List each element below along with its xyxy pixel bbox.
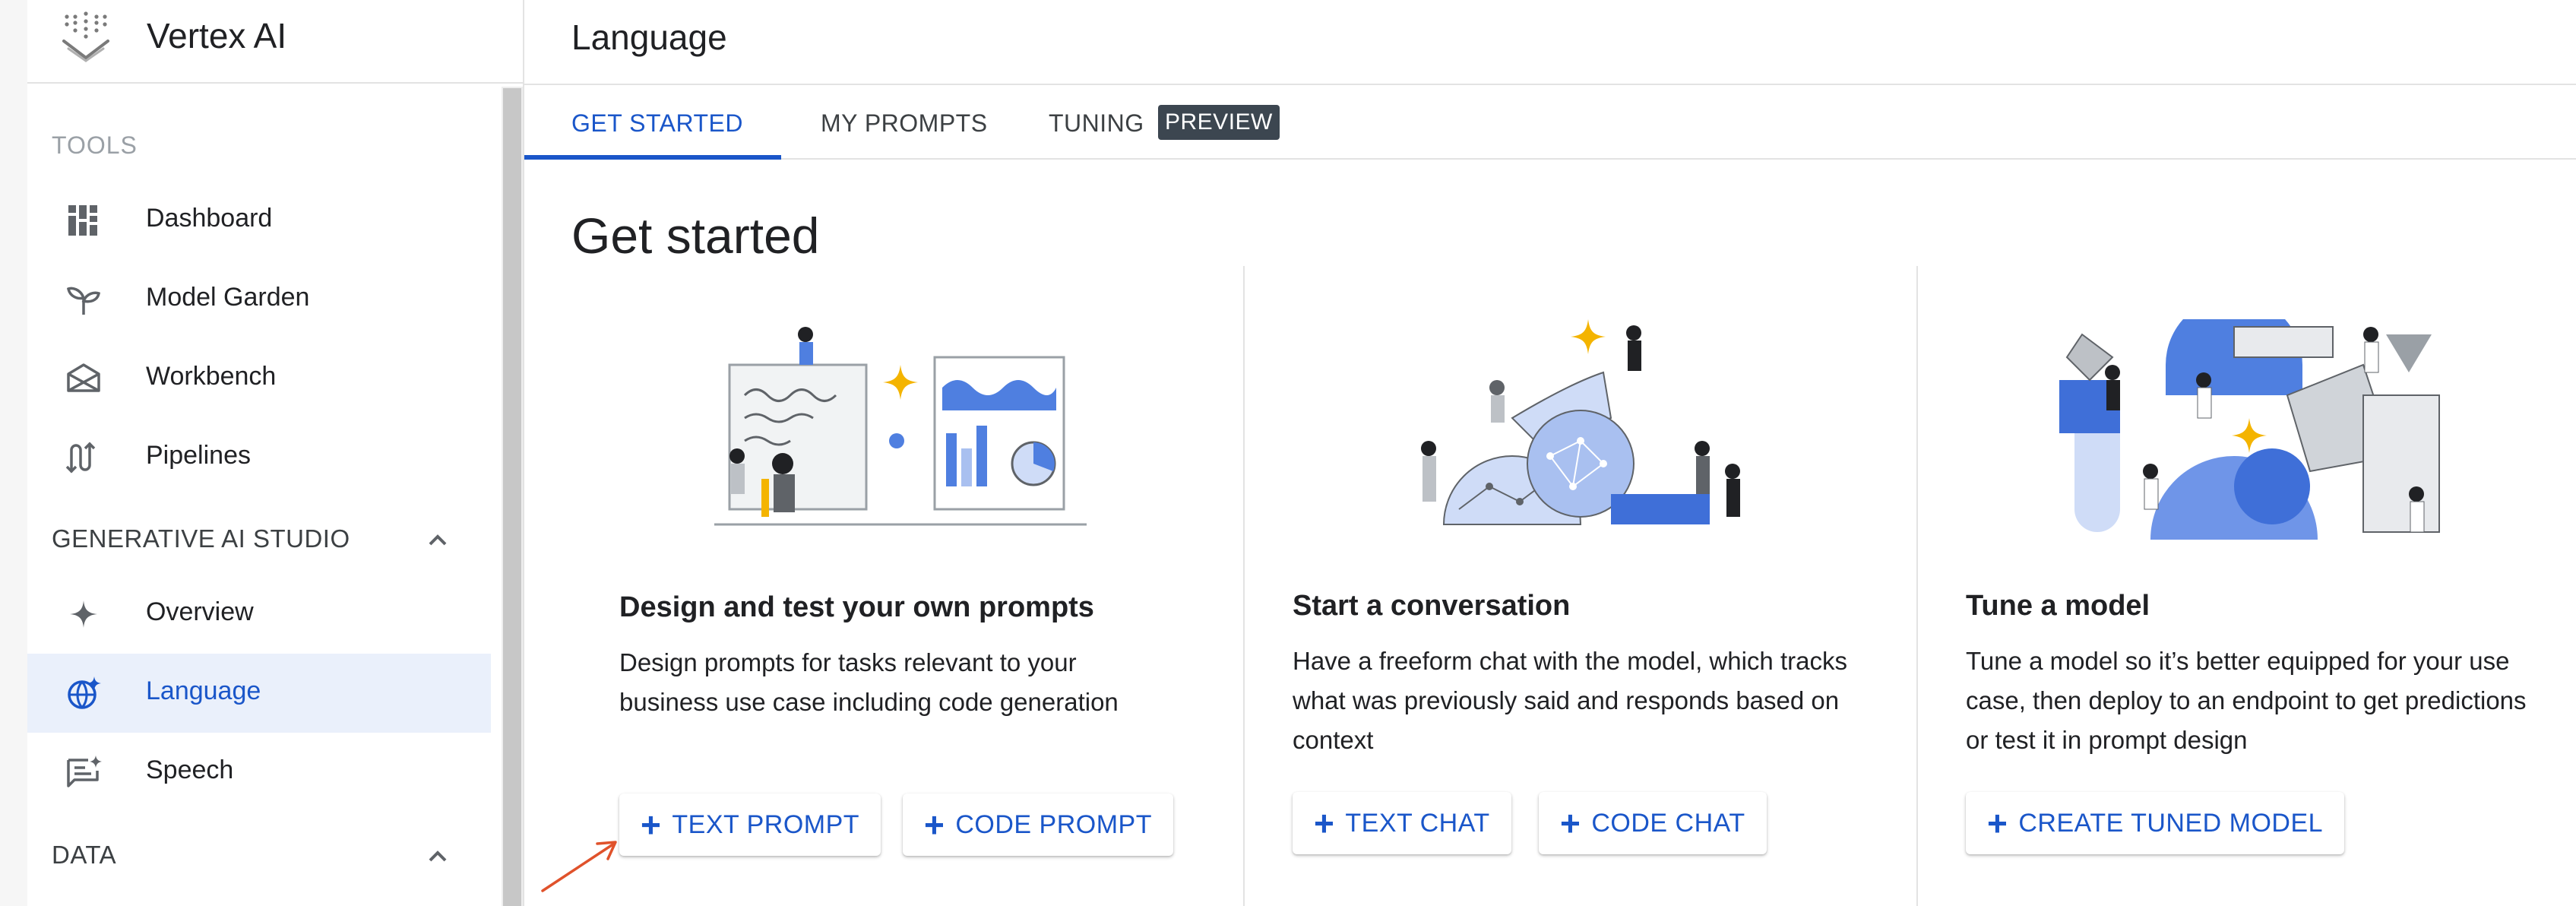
sidebar-item-label: Overview [146, 597, 254, 626]
card-description-line: business use case including code generat… [619, 688, 1119, 716]
button-label: TEXT CHAT [1345, 808, 1490, 838]
sidebar-header: Vertex AI [27, 0, 523, 84]
sidebar-item-dashboard[interactable]: Dashboard [27, 181, 491, 260]
column-divider [1243, 266, 1245, 906]
workbench-icon [67, 363, 100, 392]
card-title: Tune a model [1966, 590, 2150, 622]
sidebar-item-label: Dashboard [146, 204, 273, 233]
tab-bar: GET STARTED MY PROMPTS TUNING PREVIEW [524, 85, 2576, 160]
tab-tuning[interactable]: TUNING PREVIEW [1009, 85, 1313, 158]
chevron-up-icon[interactable] [422, 524, 453, 555]
tab-my-prompts[interactable]: MY PROMPTS [781, 85, 1009, 158]
button-label: TEXT PROMPT [672, 809, 860, 839]
speech-icon [67, 756, 102, 787]
sidebar-item-workbench[interactable]: Workbench [27, 339, 491, 418]
card-title: Design and test your own prompts [619, 591, 1094, 623]
card-description-line: Have a freeform chat with the model, whi… [1293, 647, 1847, 675]
button-label: CODE CHAT [1591, 808, 1745, 838]
sidebar-item-label: Workbench [146, 362, 277, 391]
code-prompt-button[interactable]: + CODE PROMPT [903, 794, 1173, 856]
page-title: Language [571, 17, 727, 57]
sparkle-icon [70, 600, 97, 628]
create-tuned-model-button[interactable]: + CREATE TUNED MODEL [1966, 792, 2345, 854]
plus-icon: + [641, 805, 662, 844]
sidebar-item-model-garden[interactable]: Model Garden [27, 260, 491, 339]
page-heading: Get started [571, 207, 820, 264]
card-description-line: case, then deploy to an endpoint to get … [1966, 686, 2527, 714]
gen-ai-studio-group-header[interactable]: GENERATIVE AI STUDIO [27, 502, 491, 578]
tools-section-label: TOOLS [52, 131, 138, 159]
sidebar-item-label: Pipelines [146, 441, 251, 470]
pipelines-icon [65, 442, 96, 474]
sidebar-scrollbar-thumb[interactable] [503, 88, 521, 906]
sidebar-item-speech[interactable]: Speech [27, 733, 491, 812]
plus-icon: + [924, 805, 945, 844]
text-chat-button[interactable]: + TEXT CHAT [1293, 792, 1511, 854]
left-gutter [0, 0, 27, 906]
card-description: Design prompts for tasks relevant to you… [619, 643, 1119, 722]
button-label: CREATE TUNED MODEL [2018, 808, 2324, 838]
conversation-illustration [1421, 319, 1740, 525]
data-group-header[interactable]: DATA [27, 818, 491, 894]
button-label: CODE PROMPT [955, 809, 1152, 839]
sidebar-item-label: Model Garden [146, 283, 310, 312]
dashboard-icon [68, 205, 97, 236]
card-description-line: context [1293, 726, 1374, 754]
tab-get-started[interactable]: GET STARTED [524, 85, 781, 160]
sidebar-item-label: Language [146, 676, 261, 705]
card-description-line: or test it in prompt design [1966, 726, 2248, 754]
sidebar-item-language[interactable]: Language [27, 654, 491, 733]
card-description-line: Design prompts for tasks relevant to you… [619, 648, 1077, 676]
plus-icon: + [1987, 803, 2008, 843]
card-description-line: Tune a model so it’s better equipped for… [1966, 647, 2510, 675]
sidebar-item-pipelines[interactable]: Pipelines [27, 418, 491, 497]
app-title: Vertex AI [147, 16, 287, 55]
language-icon [68, 676, 101, 709]
sidebar-item-overview[interactable]: Overview [27, 575, 491, 654]
group-label: DATA [52, 841, 117, 869]
sidebar-item-label: Speech [146, 756, 234, 784]
card-description: Have a freeform chat with the model, whi… [1293, 641, 1847, 760]
annotation-arrow-icon [541, 841, 617, 892]
sidebar: Vertex AI TOOLS Dashboard Model Garden W… [0, 0, 524, 906]
active-tab-indicator [524, 155, 781, 160]
card-description: Tune a model so it’s better equipped for… [1966, 641, 2527, 760]
plus-icon: + [1314, 803, 1335, 843]
vertex-ai-logo[interactable] [59, 11, 112, 64]
tab-label: GET STARTED [571, 109, 743, 137]
text-prompt-button[interactable]: + TEXT PROMPT [619, 794, 881, 856]
group-label: GENERATIVE AI STUDIO [52, 524, 350, 553]
preview-badge: PREVIEW [1158, 105, 1280, 140]
chevron-up-icon[interactable] [422, 841, 453, 871]
card-description-line: what was previously said and responds ba… [1293, 686, 1840, 714]
main-header: Language [524, 0, 2576, 85]
tab-label: TUNING [1049, 109, 1144, 137]
column-divider [1916, 266, 1918, 906]
code-chat-button[interactable]: + CODE CHAT [1539, 792, 1767, 854]
tune-model-illustration [2059, 319, 2440, 540]
plus-icon: + [1560, 803, 1581, 843]
card-title: Start a conversation [1293, 590, 1571, 622]
design-prompts-illustration [714, 327, 1087, 526]
sprout-icon [67, 287, 101, 315]
tab-label: MY PROMPTS [821, 109, 988, 137]
